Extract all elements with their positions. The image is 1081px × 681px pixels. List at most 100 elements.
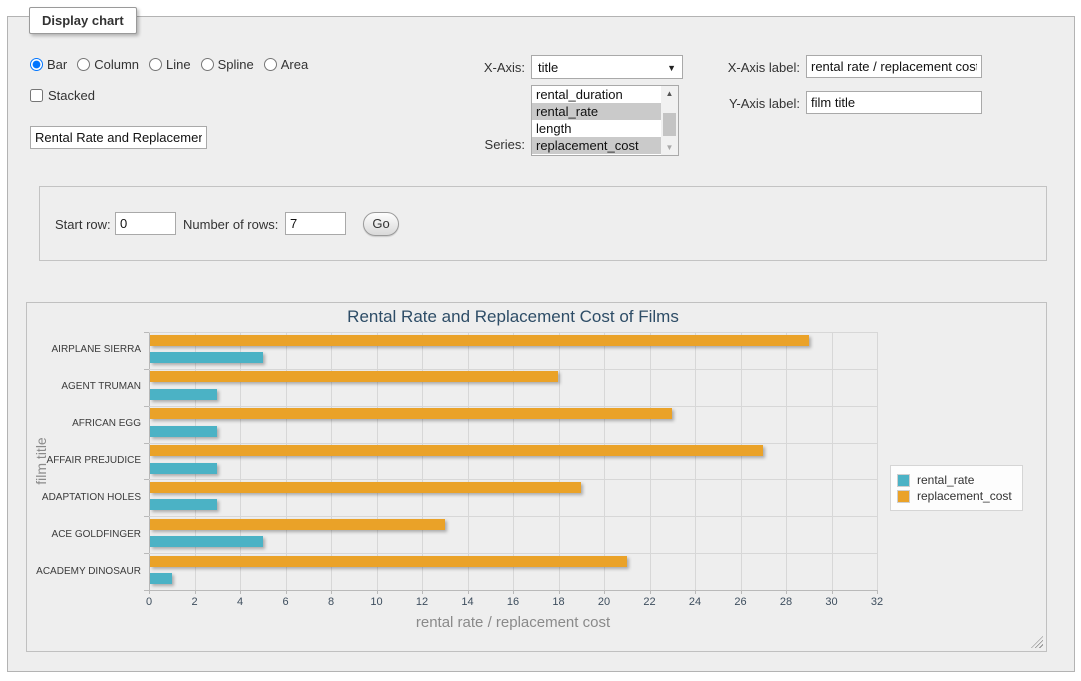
x-tick-label: 12 — [407, 596, 437, 608]
gridline-x-20 — [604, 332, 605, 590]
bar-replacement_cost — [150, 445, 763, 456]
gridline-x-18 — [559, 332, 560, 590]
chart-title-input[interactable] — [30, 126, 207, 149]
series-option-rental_rate[interactable]: rental_rate — [532, 103, 662, 120]
scroll-up-icon[interactable]: ▲ — [661, 86, 678, 101]
chart-type-option-column[interactable]: Column — [77, 57, 139, 72]
x-axis-label-input[interactable] — [806, 55, 982, 78]
series-option-rental_duration[interactable]: rental_duration — [532, 86, 662, 103]
gridline-y-2 — [149, 406, 877, 407]
y-tickmark-1 — [144, 369, 149, 370]
start-row-input[interactable] — [115, 212, 176, 235]
bar-replacement_cost — [150, 335, 809, 346]
x-axis-label-caption: X-Axis label: — [700, 60, 800, 75]
radio-area[interactable] — [264, 58, 277, 71]
legend-label: rental_rate — [917, 473, 974, 487]
y-tickmark-5 — [144, 516, 149, 517]
num-rows-input[interactable] — [285, 212, 346, 235]
stacked-option[interactable]: Stacked — [30, 88, 95, 103]
x-axis-selected-value: title — [538, 60, 558, 75]
scroll-down-icon[interactable]: ▼ — [661, 140, 678, 155]
y-tickmark-6 — [144, 553, 149, 554]
series-caption: Series: — [420, 137, 525, 152]
bar-replacement_cost — [150, 556, 627, 567]
stacked-row: Stacked — [30, 88, 95, 103]
x-tick-label: 24 — [680, 596, 710, 608]
x-tick-label: 20 — [589, 596, 619, 608]
start-row-label: Start row: — [55, 217, 111, 232]
gridline-x-22 — [650, 332, 651, 590]
gridline-y-3 — [149, 443, 877, 444]
category-label: AGENT TRUMAN — [27, 381, 141, 392]
gridline-y-5 — [149, 516, 877, 517]
y-tickmark-3 — [144, 443, 149, 444]
x-tick-label: 6 — [271, 596, 301, 608]
resize-handle-icon[interactable] — [1031, 636, 1043, 648]
x-tick-label: 28 — [771, 596, 801, 608]
page: Display chart BarColumnLineSplineArea St… — [0, 0, 1081, 681]
x-tick-label: 22 — [635, 596, 665, 608]
chart-type-option-bar[interactable]: Bar — [30, 57, 67, 72]
num-rows-label: Number of rows: — [183, 217, 278, 232]
chart-type-option-line[interactable]: Line — [149, 57, 191, 72]
stacked-checkbox[interactable] — [30, 89, 43, 102]
legend-swatch-icon — [897, 474, 910, 487]
x-tick-label: 16 — [498, 596, 528, 608]
gridline-x-24 — [695, 332, 696, 590]
category-label: AFFAIR PREJUDICE — [27, 455, 141, 466]
chart-type-radio-group: Bar Column Line Spline Area — [30, 57, 318, 72]
gridline-y-0 — [149, 332, 877, 333]
x-tick-label: 14 — [453, 596, 483, 608]
series-scrollbar[interactable]: ▲ ▼ — [661, 86, 678, 155]
bar-replacement_cost — [150, 482, 581, 493]
dropdown-arrow-icon: ▼ — [667, 63, 676, 73]
category-label: AFRICAN EGG — [27, 418, 141, 429]
chart-panel: Rental Rate and Replacement Cost of Film… — [26, 302, 1047, 652]
legend-item-rental_rate: rental_rate — [897, 473, 1012, 487]
category-label: ACE GOLDFINGER — [27, 529, 141, 540]
x-tick-label: 8 — [316, 596, 346, 608]
series-option-replacement_cost[interactable]: replacement_cost — [532, 137, 662, 154]
bar-rental_rate — [150, 352, 263, 363]
chart-type-option-spline[interactable]: Spline — [201, 57, 254, 72]
bar-rental_rate — [150, 573, 172, 584]
x-tick-label: 32 — [862, 596, 892, 608]
y-tickmark-7 — [144, 590, 149, 591]
radio-spline[interactable] — [201, 58, 214, 71]
gridline-y-1 — [149, 369, 877, 370]
x-axis-select[interactable]: title ▼ — [531, 55, 683, 79]
bar-rental_rate — [150, 536, 263, 547]
y-axis-label-input[interactable] — [806, 91, 982, 114]
chart-legend: rental_rate replacement_cost — [890, 465, 1023, 511]
category-label: AIRPLANE SIERRA — [27, 344, 141, 355]
legend-label: replacement_cost — [917, 489, 1012, 503]
x-tick-label: 18 — [544, 596, 574, 608]
gridline-x-30 — [832, 332, 833, 590]
x-axis-caption: X-Axis: — [420, 60, 525, 75]
series-option-length[interactable]: length — [532, 120, 662, 137]
bar-replacement_cost — [150, 371, 558, 382]
gridline-y-7 — [149, 590, 877, 591]
x-tick-label: 2 — [180, 596, 210, 608]
radio-bar[interactable] — [30, 58, 43, 71]
category-label: ACADEMY DINOSAUR — [27, 566, 141, 577]
stacked-label: Stacked — [48, 88, 95, 103]
scroll-thumb[interactable] — [663, 113, 676, 136]
bar-replacement_cost — [150, 408, 672, 419]
radio-column[interactable] — [77, 58, 90, 71]
x-axis-title: rental rate / replacement cost — [149, 614, 877, 631]
radio-line[interactable] — [149, 58, 162, 71]
x-tick-label: 26 — [726, 596, 756, 608]
series-options: rental_durationrental_ratelengthreplacem… — [532, 86, 678, 154]
gridline-x-28 — [786, 332, 787, 590]
legend-item-replacement_cost: replacement_cost — [897, 489, 1012, 503]
series-listbox[interactable]: rental_durationrental_ratelengthreplacem… — [531, 85, 679, 156]
go-button[interactable]: Go — [363, 212, 399, 236]
gridline-x-26 — [741, 332, 742, 590]
y-tickmark-0 — [144, 332, 149, 333]
legend-swatch-icon — [897, 490, 910, 503]
x-tick-label: 0 — [134, 596, 164, 608]
chart-title: Rental Rate and Replacement Cost of Film… — [149, 307, 877, 327]
chart-type-option-area[interactable]: Area — [264, 57, 308, 72]
x-tickmark-32 — [877, 590, 878, 594]
